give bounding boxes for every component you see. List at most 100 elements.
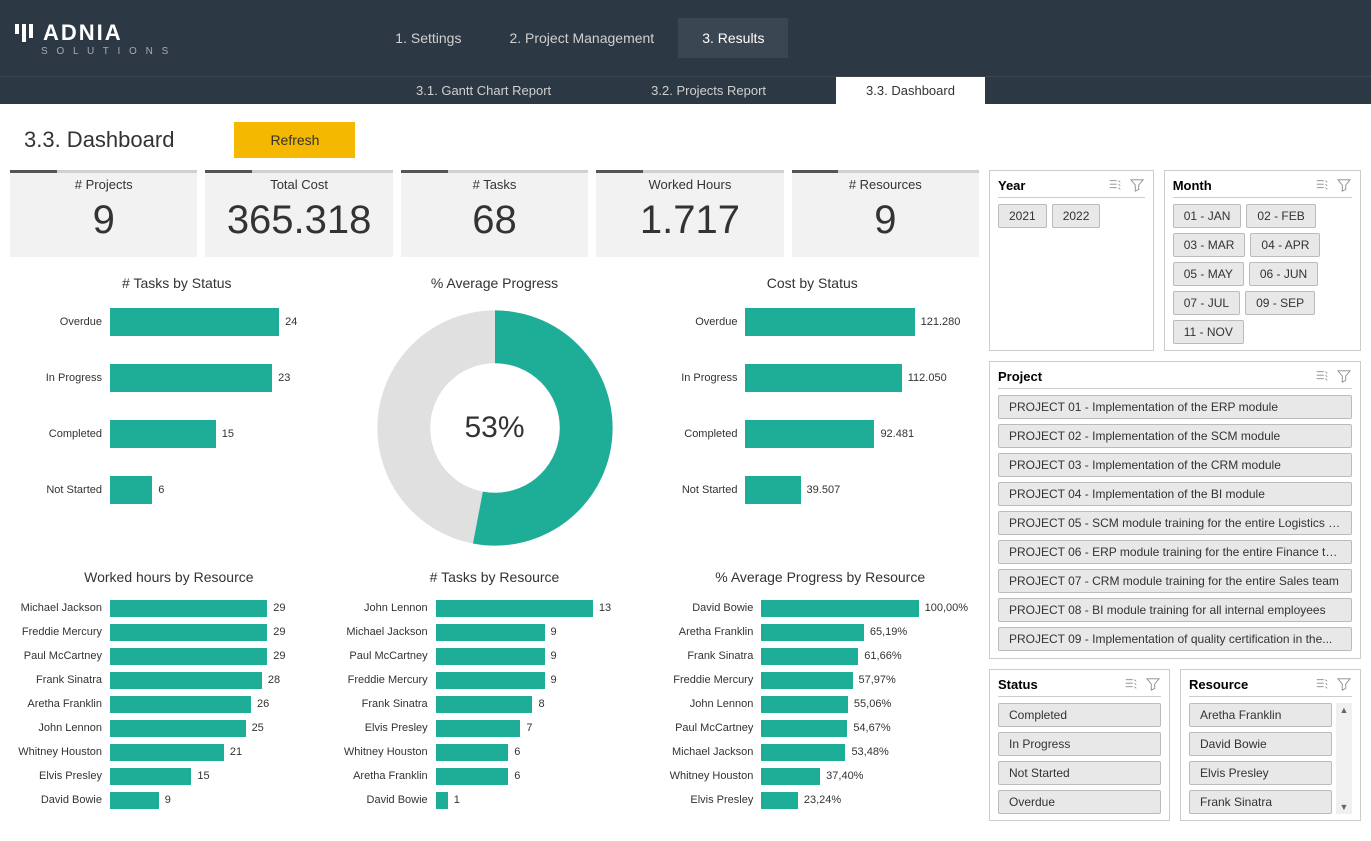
- filter-item[interactable]: PROJECT 03 - Implementation of the CRM m…: [998, 453, 1352, 477]
- bar-row: Freddie Mercury29: [18, 621, 320, 643]
- kpi-label: # Projects: [10, 177, 197, 192]
- filter-item[interactable]: In Progress: [998, 732, 1161, 756]
- scroll-up-icon[interactable]: ▲: [1340, 705, 1349, 715]
- bar-fill: [110, 744, 224, 761]
- filter-project: Project PROJECT 01 - Implementation of t…: [989, 361, 1361, 659]
- bar-value: 29: [273, 602, 285, 614]
- bar-label: Whitney Houston: [669, 770, 761, 782]
- bar-fill: [436, 696, 533, 713]
- bar-value: 21: [230, 746, 242, 758]
- bar-fill: [761, 792, 798, 809]
- filter-item[interactable]: Completed: [998, 703, 1161, 727]
- bar-label: John Lennon: [18, 722, 110, 734]
- filter-year: Year 20212022: [989, 170, 1154, 351]
- filter-item[interactable]: 09 - SEP: [1245, 291, 1315, 315]
- filter-item[interactable]: 02 - FEB: [1246, 204, 1315, 228]
- bar-value: 9: [551, 650, 557, 662]
- multi-select-icon[interactable]: [1123, 676, 1139, 692]
- subnav-gantt[interactable]: 3.1. Gantt Chart Report: [386, 77, 581, 104]
- kpi-cost: Total Cost 365.318: [205, 170, 392, 257]
- logo-bars-icon: [15, 24, 33, 42]
- filter-item[interactable]: Not Started: [998, 761, 1161, 785]
- bar-value: 8: [538, 698, 544, 710]
- subnav-dashboard[interactable]: 3.3. Dashboard: [836, 77, 985, 104]
- bar-fill: [745, 476, 800, 504]
- kpi-label: # Resources: [792, 177, 979, 192]
- filter-item[interactable]: 03 - MAR: [1173, 233, 1246, 257]
- nav-settings[interactable]: 1. Settings: [371, 18, 485, 58]
- nav-results[interactable]: 3. Results: [678, 18, 788, 58]
- filter-item[interactable]: 2021: [998, 204, 1047, 228]
- bar-label: Whitney Houston: [18, 746, 110, 758]
- scroll-down-icon[interactable]: ▼: [1340, 802, 1349, 812]
- filter-item[interactable]: 06 - JUN: [1249, 262, 1318, 286]
- bar-value: 121.280: [921, 316, 961, 328]
- subnav-projects[interactable]: 3.2. Projects Report: [621, 77, 796, 104]
- filter-item[interactable]: PROJECT 06 - ERP module training for the…: [998, 540, 1352, 564]
- multi-select-icon[interactable]: [1314, 676, 1330, 692]
- bar-row: Michael Jackson53,48%: [669, 741, 971, 763]
- chart-title: Cost by Status: [645, 267, 979, 303]
- page-title: 3.3. Dashboard: [24, 127, 174, 153]
- bar-label: David Bowie: [344, 794, 436, 806]
- bar-value: 15: [222, 428, 234, 440]
- filter-item[interactable]: PROJECT 01 - Implementation of the ERP m…: [998, 395, 1352, 419]
- filter-item[interactable]: 2022: [1052, 204, 1101, 228]
- filter-item[interactable]: PROJECT 09 - Implementation of quality c…: [998, 627, 1352, 651]
- bar-fill: [761, 744, 845, 761]
- multi-select-icon[interactable]: [1314, 368, 1330, 384]
- scrollbar[interactable]: ▲▼: [1336, 703, 1352, 814]
- nav-project-mgmt[interactable]: 2. Project Management: [485, 18, 678, 58]
- multi-select-icon[interactable]: [1314, 177, 1330, 193]
- bar-label: Michael Jackson: [18, 602, 110, 614]
- bar-row: Frank Sinatra28: [18, 669, 320, 691]
- filter-item[interactable]: Elvis Presley: [1189, 761, 1332, 785]
- filter-item[interactable]: 05 - MAY: [1173, 262, 1244, 286]
- bar-fill: [110, 624, 267, 641]
- multi-select-icon[interactable]: [1107, 177, 1123, 193]
- filter-item[interactable]: PROJECT 04 - Implementation of the BI mo…: [998, 482, 1352, 506]
- bar-row: Whitney Houston 21: [18, 741, 320, 763]
- bar-row: David Bowie9: [18, 789, 320, 811]
- bar-label: Paul McCartney: [669, 722, 761, 734]
- bar-value: 100,00%: [925, 602, 968, 614]
- bar-fill: [761, 624, 864, 641]
- clear-filter-icon[interactable]: [1145, 676, 1161, 692]
- filter-item[interactable]: PROJECT 07 - CRM module training for the…: [998, 569, 1352, 593]
- bar-value: 61,66%: [864, 650, 901, 662]
- bar-fill: [761, 768, 820, 785]
- bar-fill: [436, 624, 545, 641]
- refresh-button[interactable]: Refresh: [234, 122, 355, 158]
- bar-value: 9: [551, 674, 557, 686]
- bar-row: Whitney Houston6: [344, 741, 646, 763]
- filter-item[interactable]: PROJECT 05 - SCM module training for the…: [998, 511, 1352, 535]
- bar-label: Aretha Franklin: [669, 626, 761, 638]
- bar-fill: [436, 648, 545, 665]
- kpi-value: 68: [401, 198, 588, 243]
- filter-item[interactable]: PROJECT 08 - BI module training for all …: [998, 598, 1352, 622]
- filter-item[interactable]: PROJECT 02 - Implementation of the SCM m…: [998, 424, 1352, 448]
- kpi-value: 1.717: [596, 198, 783, 243]
- clear-filter-icon[interactable]: [1336, 676, 1352, 692]
- bar-label: Freddie Mercury: [669, 674, 761, 686]
- bar-value: 39.507: [807, 484, 841, 496]
- bar-row: Freddie Mercury57,97%: [669, 669, 971, 691]
- filter-item[interactable]: Frank Sinatra: [1189, 790, 1332, 814]
- clear-filter-icon[interactable]: [1336, 177, 1352, 193]
- bar-row: Paul McCartney54,67%: [669, 717, 971, 739]
- filter-item[interactable]: 04 - APR: [1250, 233, 1320, 257]
- filter-item[interactable]: Overdue: [998, 790, 1161, 814]
- filter-item[interactable]: David Bowie: [1189, 732, 1332, 756]
- filter-item[interactable]: 11 - NOV: [1173, 320, 1244, 344]
- filter-item[interactable]: 01 - JAN: [1173, 204, 1242, 228]
- bar-label: Completed: [18, 428, 110, 440]
- clear-filter-icon[interactable]: [1336, 368, 1352, 384]
- filter-item[interactable]: 07 - JUL: [1173, 291, 1240, 315]
- bar-label: David Bowie: [669, 602, 761, 614]
- chart-title: % Average Progress by Resource: [661, 561, 979, 597]
- bar-fill: [745, 308, 914, 336]
- filter-item[interactable]: Aretha Franklin: [1189, 703, 1332, 727]
- clear-filter-icon[interactable]: [1129, 177, 1145, 193]
- kpi-value: 9: [792, 198, 979, 243]
- chart-title: Worked hours by Resource: [10, 561, 328, 597]
